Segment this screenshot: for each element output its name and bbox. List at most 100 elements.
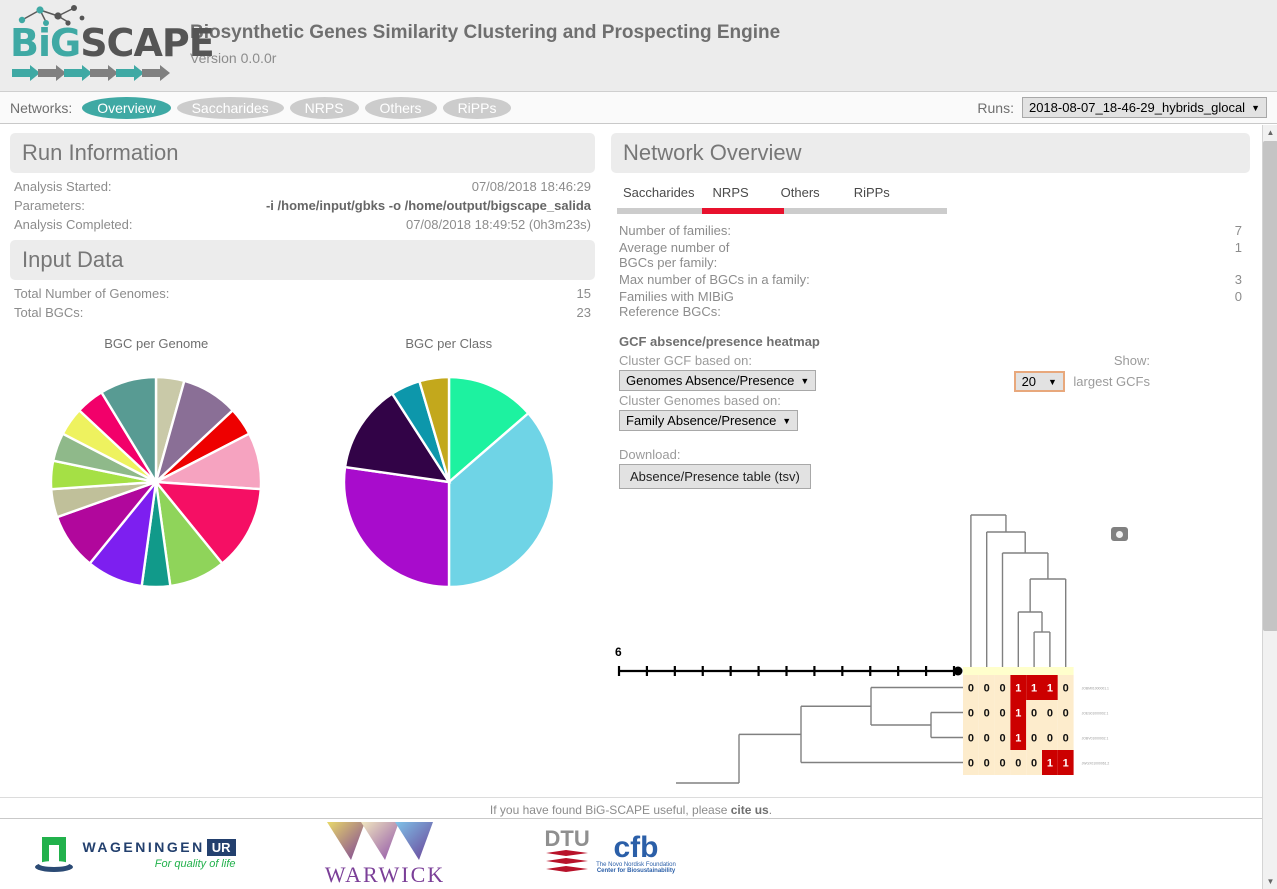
- stat-label: Max number of BGCs in a family:: [619, 272, 810, 287]
- heatmap-svg[interactable]: 60 0 0 1 1 1 00 0 0 1 0 0 00 0 0 1 0 0 00 0 0 0 0 1 1JOBM0100000…: [611, 507, 1211, 787]
- dtu-waves-icon: [546, 849, 589, 872]
- tab-indicator-track: [617, 208, 947, 214]
- show-largest-gcfs-block: Show: 20 ▼ largest GCFs: [1013, 353, 1150, 392]
- networks-label: Networks:: [10, 99, 73, 116]
- dtu-wordmark: DTU: [544, 825, 590, 851]
- cite-text-after: .: [768, 803, 773, 817]
- scrollbar-thumb[interactable]: [1263, 141, 1277, 631]
- table-row: Analysis Started: 07/08/2018 18:46:29: [10, 177, 595, 196]
- cluster-gcf-label: Cluster GCF based on:: [619, 353, 752, 368]
- heatmap-cell-value: 0: [999, 683, 1005, 695]
- cfb-line2: Center for Biosustainability: [596, 868, 676, 874]
- stat-label: Number of families:: [619, 223, 731, 238]
- network-overview-heading: Network Overview: [611, 133, 1250, 173]
- row-key: Parameters:: [14, 198, 85, 213]
- sponsor-footer: WAGENINGEN UR For quality of life WARWIC…: [0, 818, 1262, 889]
- heatmap-cell-value: 0: [999, 733, 1005, 745]
- logo-wordmark: BiGSCAPE: [10, 24, 215, 62]
- nav-pill-nrps[interactable]: NRPS: [289, 96, 359, 119]
- bigscape-logo: BiGSCAPE: [0, 0, 215, 91]
- gcf-heatmap-figure: 6 0 0 0 1 1 1 0 0 0 0 1 0 0 0 0 0 0 1 0 0 0 0 0 0 0 0 1 1 JOBM0100000…: [611, 507, 1250, 787]
- tab-nrps[interactable]: NRPS: [707, 181, 761, 206]
- right-column: Network Overview Saccharides NRPS Others…: [605, 125, 1262, 797]
- cite-text-before: If you have found BiG-SCAPE useful, plea…: [489, 803, 731, 817]
- row-key: Analysis Started:: [14, 179, 112, 194]
- tab-saccharides[interactable]: Saccharides: [619, 181, 707, 206]
- tab-ripps[interactable]: RiPPs: [832, 181, 902, 206]
- wageningen-wordmark: WAGENINGEN: [82, 839, 205, 855]
- wageningen-ur-badge: UR: [206, 838, 236, 856]
- download-absence-presence-button[interactable]: Absence/Presence table (tsv): [619, 464, 811, 489]
- heatmap-row-label: JWGX01000061.2: [1082, 762, 1110, 766]
- nav-pill-others[interactable]: Others: [364, 96, 437, 119]
- heatmap-colorbar: [963, 667, 1074, 675]
- input-data-heading: Input Data: [10, 240, 595, 280]
- pie-genome-svg: [50, 375, 263, 589]
- camera-icon[interactable]: [1111, 527, 1128, 541]
- heatmap-section-title: GCF absence/presence heatmap: [619, 334, 820, 349]
- chart-title: BGC per Class: [405, 336, 493, 351]
- cluster-gcf-select[interactable]: Genomes Absence/Presence ▼: [619, 370, 817, 391]
- heatmap-row-label: JOBM01000001.1: [1082, 687, 1109, 691]
- runs-select[interactable]: 2018-08-07_18-46-29_hybrids_glocal ▼: [1021, 97, 1267, 118]
- network-stats: Number of families: 7 Average number of …: [611, 222, 1250, 320]
- app-header: BiGSCAPE Biosynthetic Genes Similarity C…: [0, 0, 1277, 92]
- heatmap-cell-value: 0: [968, 733, 974, 745]
- wageningen-tagline: For quality of life: [154, 857, 236, 870]
- heatmap-cell-value: 1: [1015, 683, 1021, 695]
- heatmap-cell-value: 0: [999, 758, 1005, 770]
- heatmap-cell-value: 0: [1047, 708, 1053, 720]
- chevron-down-icon: ▼: [1251, 102, 1260, 113]
- row-key: Total BGCs:: [14, 305, 84, 320]
- scroll-down-arrow[interactable]: ▼: [1263, 874, 1277, 889]
- heatmap-cell-value: 1: [1015, 733, 1021, 745]
- app-version: Version 0.0.0r: [190, 50, 277, 66]
- tab-others[interactable]: Others: [761, 181, 832, 206]
- networks-navbar: Networks: Overview Saccharides NRPS Othe…: [0, 92, 1277, 124]
- table-row: Total Number of Genomes: 15: [10, 284, 595, 303]
- page-title: Biosynthetic Genes Similarity Clustering…: [190, 22, 781, 43]
- tab-active-indicator: [702, 208, 784, 214]
- main-content: Run Information Analysis Started: 07/08/…: [0, 125, 1262, 797]
- heatmap-cell-value: 0: [968, 708, 974, 720]
- heatmap-cell-value: 1: [1047, 758, 1053, 770]
- cfb-wordmark: cfb: [613, 831, 659, 864]
- row-value: -i /home/input/gbks -o /home/output/bigs…: [265, 198, 591, 213]
- download-label: Download:: [619, 447, 681, 462]
- stat-label: Families with MIBiG Reference BGCs:: [619, 289, 734, 319]
- wageningen-mark-icon: [35, 837, 74, 872]
- row-value: 15: [576, 286, 591, 301]
- table-row: Analysis Completed: 07/08/2018 18:49:52 …: [10, 215, 595, 234]
- left-column: Run Information Analysis Started: 07/08/…: [0, 125, 605, 797]
- input-data-table: Total Number of Genomes: 15 Total BGCs: …: [10, 284, 595, 322]
- heatmap-cell-value: 0: [1015, 758, 1021, 770]
- heatmap-cell-value: 1: [1063, 758, 1069, 770]
- heatmap-cell-value: 0: [1031, 758, 1037, 770]
- show-suffix: largest GCFs: [1073, 374, 1150, 389]
- arrows-icon: [12, 65, 170, 81]
- stat-value: 7: [1234, 223, 1242, 238]
- nav-pill-saccharides[interactable]: Saccharides: [176, 96, 284, 119]
- scroll-up-arrow[interactable]: ▲: [1263, 125, 1277, 140]
- network-graph-icon: [18, 5, 85, 26]
- pie-class-svg: [342, 375, 555, 589]
- show-label: Show:: [1113, 353, 1150, 368]
- cluster-genomes-label: Cluster Genomes based on:: [619, 393, 781, 408]
- nav-pill-ripps[interactable]: RiPPs: [442, 96, 512, 119]
- heatmap-cell-value: 0: [1047, 733, 1053, 745]
- cite-us-link[interactable]: cite us: [731, 803, 769, 817]
- stat-row: Families with MIBiG Reference BGCs: 0: [611, 288, 1250, 320]
- stat-value: 3: [1234, 272, 1242, 287]
- cluster-genomes-select[interactable]: Family Absence/Presence ▼: [619, 410, 799, 431]
- nav-pill-overview[interactable]: Overview: [82, 96, 171, 119]
- dtu-cfb-logo: DTU cfb The Novo Nordisk Foundation Cent…: [500, 825, 720, 880]
- page-scrollbar[interactable]: ▲ ▼: [1262, 125, 1277, 889]
- heatmap-row-label: JOES01000002.1: [1082, 712, 1109, 716]
- header-title-block: Biosynthetic Genes Similarity Clustering…: [180, 0, 780, 66]
- row-value: 07/08/2018 18:46:29: [471, 179, 591, 194]
- heatmap-cell-value: 0: [1031, 733, 1037, 745]
- cluster-genomes-value: Family Absence/Presence: [626, 413, 777, 428]
- pie-slice[interactable]: [342, 465, 450, 589]
- show-count-select[interactable]: 20 ▼: [1013, 371, 1065, 392]
- camera-lens: [1116, 530, 1123, 538]
